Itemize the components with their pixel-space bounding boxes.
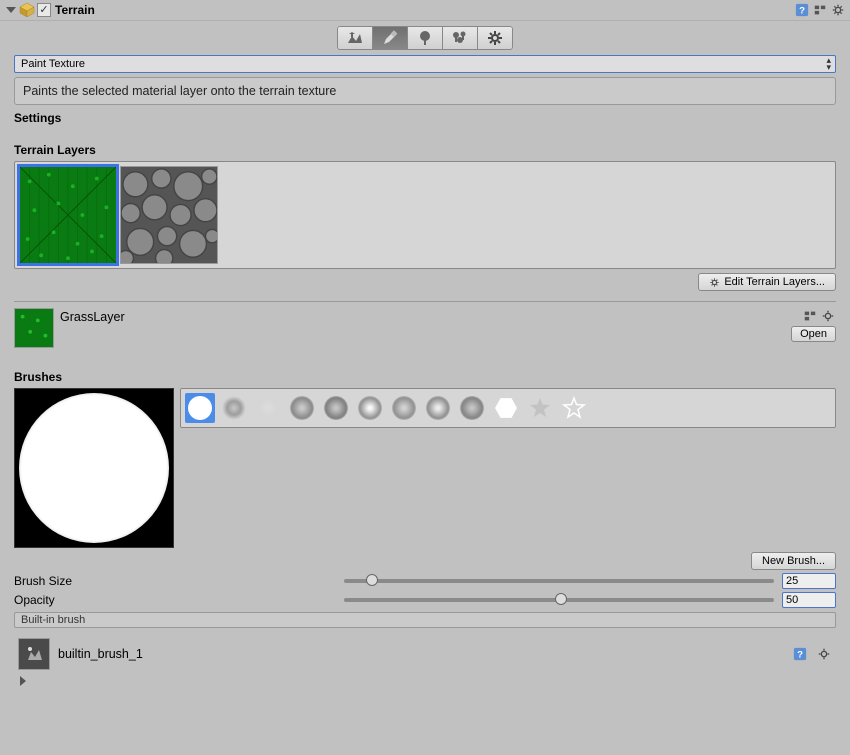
paint-mode-description: Paints the selected material layer onto … [14,77,836,105]
paint-details-tool[interactable] [442,26,478,50]
svg-text:?: ? [799,6,805,17]
brush-asset-foldout-icon[interactable] [20,676,26,686]
opacity-label: Opacity [14,593,344,607]
brush-item-star-fill[interactable] [525,393,555,423]
new-brush-label: New Brush... [762,555,825,567]
foldout-toggle-icon[interactable] [6,7,16,13]
brush-list [180,388,836,428]
brush-size-slider[interactable] [344,579,774,583]
raise-lower-tool[interactable] [337,26,373,50]
presets-icon[interactable] [812,2,828,18]
terrain-settings-tool[interactable] [477,26,513,50]
brush-item-tex-2[interactable] [321,393,351,423]
selected-layer-thumbnail[interactable] [14,308,54,348]
terrain-layer-grass[interactable] [19,166,117,264]
paint-trees-tool[interactable] [407,26,443,50]
open-label: Open [800,328,827,340]
brush-item-star-outline[interactable] [559,393,589,423]
brush-item-tex-6[interactable] [457,393,487,423]
help-icon[interactable]: ? [792,646,808,662]
component-title: Terrain [55,3,95,17]
brush-item-tex-5[interactable] [423,393,453,423]
open-layer-button[interactable]: Open [791,326,836,342]
presets-icon[interactable] [802,308,818,324]
selected-layer-row: GrassLayer Open [14,308,836,348]
paint-texture-tool[interactable] [372,26,408,50]
edit-terrain-layers-button[interactable]: Edit Terrain Layers... [698,273,836,291]
brush-item-ring-1[interactable] [219,393,249,423]
help-icon[interactable]: ? [794,2,810,18]
svg-text:?: ? [797,650,803,661]
gear-icon[interactable] [820,308,836,324]
terrain-layer-rocks[interactable] [120,166,218,264]
component-header: ✓ Terrain ? [0,0,850,21]
gear-icon[interactable] [830,2,846,18]
brush-item-tex-4[interactable] [389,393,419,423]
edit-terrain-layers-label: Edit Terrain Layers... [724,276,825,288]
terrain-layers-heading: Terrain Layers [14,143,836,157]
brush-item-tex-1[interactable] [287,393,317,423]
brush-asset-thumbnail[interactable] [18,638,50,670]
terrain-layers-panel [14,161,836,269]
builtin-brush-bar: Built-in brush [14,612,836,628]
selected-layer-name: GrassLayer [60,310,125,324]
brush-item-hexagon[interactable] [491,393,521,423]
chevron-updown-icon: ▴▾ [826,57,831,71]
opacity-input[interactable] [782,592,836,608]
paint-mode-label: Paint Texture [21,58,85,70]
terrain-toolbar [0,21,850,55]
brush-item-tex-3[interactable] [355,393,385,423]
terrain-component-icon [19,2,35,18]
gear-icon[interactable] [816,646,832,662]
brushes-heading: Brushes [14,370,836,384]
settings-heading: Settings [14,111,836,125]
brush-item-dot[interactable] [253,393,283,423]
brush-item-soft-round[interactable] [185,393,215,423]
brush-size-input[interactable] [782,573,836,589]
brush-asset-row: builtin_brush_1 ? [14,636,836,672]
enabled-checkbox[interactable]: ✓ [37,3,51,17]
gear-icon [709,277,720,288]
brush-preview [14,388,174,548]
brush-size-label: Brush Size [14,574,344,588]
new-brush-button[interactable]: New Brush... [751,552,836,570]
opacity-slider[interactable] [344,598,774,602]
brush-asset-name: builtin_brush_1 [58,647,143,661]
paint-mode-dropdown[interactable]: Paint Texture ▴▾ [14,55,836,73]
